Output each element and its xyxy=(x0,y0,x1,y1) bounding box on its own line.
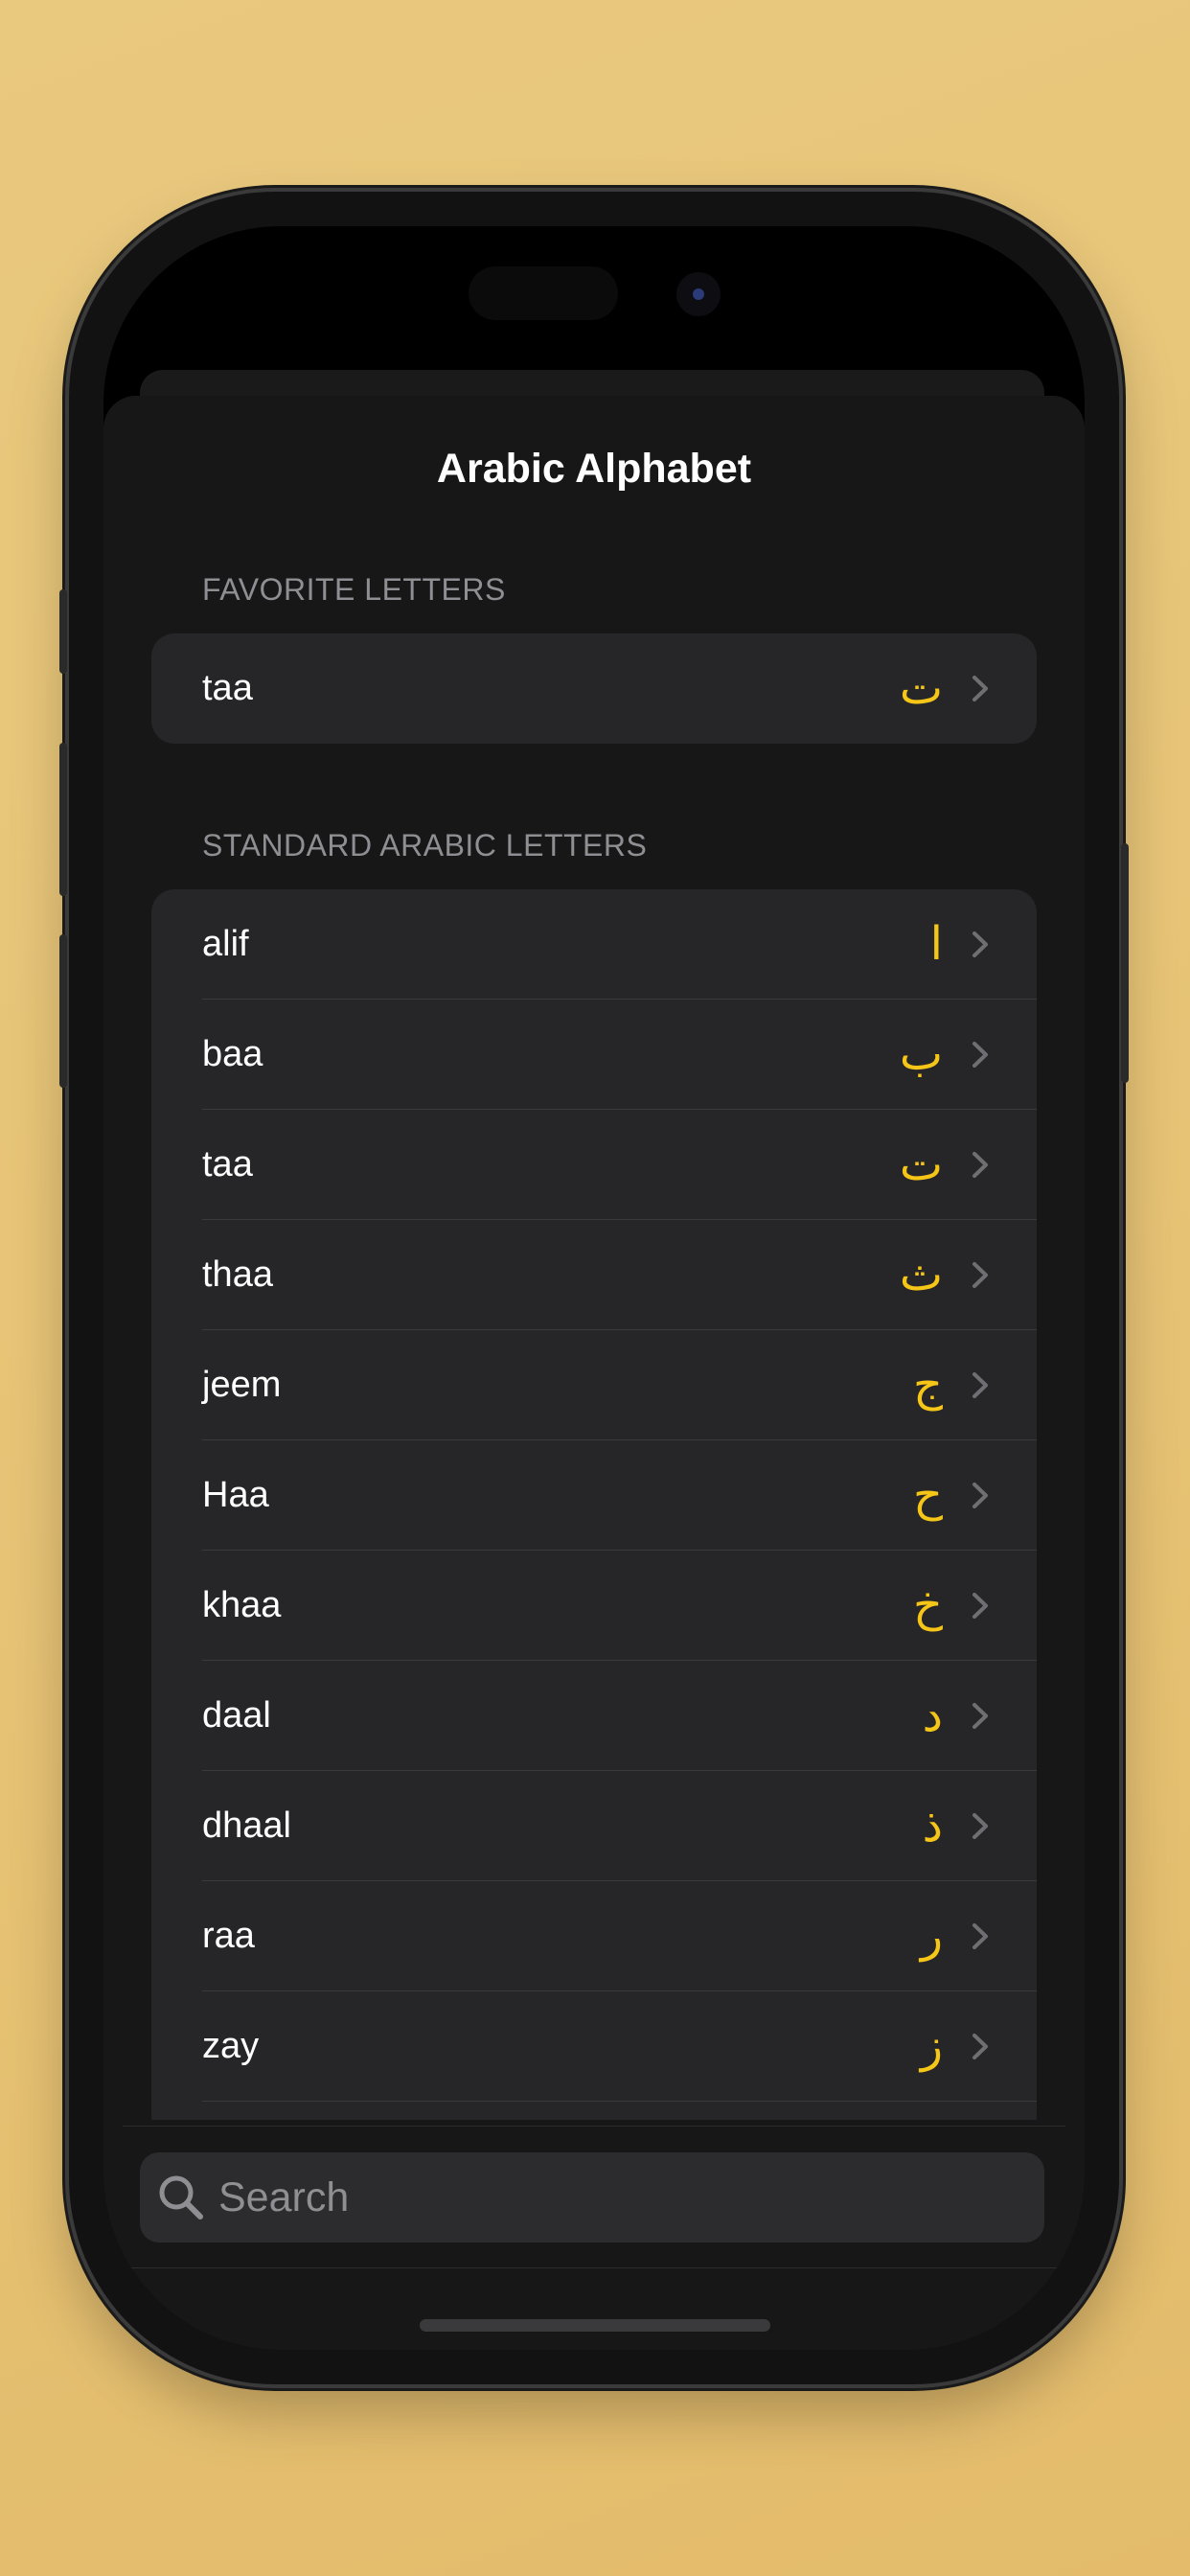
arabic-letter: ب xyxy=(899,1027,943,1081)
search-input[interactable] xyxy=(218,2152,1023,2242)
chevron-right-icon xyxy=(972,1812,989,1840)
letter-row[interactable]: baa ب xyxy=(151,1000,1037,1110)
search-field[interactable] xyxy=(140,2152,1044,2242)
letter-name: thaa xyxy=(202,1254,273,1295)
arabic-letter: ج xyxy=(913,1358,943,1412)
letter-row[interactable]: Haa ح xyxy=(151,1440,1037,1551)
chevron-right-icon xyxy=(972,1592,989,1620)
chevron-right-icon xyxy=(972,1041,989,1069)
arabic-letter: خ xyxy=(913,1578,943,1632)
chevron-right-icon xyxy=(972,2033,989,2060)
letter-row[interactable]: zay ز xyxy=(151,1991,1037,2102)
chevron-right-icon xyxy=(972,675,989,702)
arabic-letter: ا xyxy=(929,917,943,971)
alphabet-sheet: Arabic Alphabet FAVORITE LETTERS taa ت ST… xyxy=(103,396,1085,2350)
dynamic-island xyxy=(469,266,618,320)
arabic-letter: ث xyxy=(899,1248,943,1301)
page-title: Arabic Alphabet xyxy=(436,446,752,492)
letter-name: baa xyxy=(202,1034,263,1074)
arabic-letter: ح xyxy=(913,1468,943,1522)
arabic-letter: ر xyxy=(920,1909,943,1963)
letter-name: taa xyxy=(202,668,253,708)
letter-name: Haa xyxy=(202,1475,269,1515)
standard-section-header: STANDARD ARABIC LETTERS xyxy=(202,828,648,862)
letter-row[interactable]: raa ر xyxy=(151,1881,1037,1991)
letter-row[interactable]: taa ت xyxy=(151,633,1037,744)
action-button xyxy=(59,589,67,674)
camera-icon xyxy=(676,272,721,316)
letter-row[interactable]: khaa خ xyxy=(151,1551,1037,1661)
volume-down-button xyxy=(59,934,67,1088)
letter-name: zay xyxy=(202,2026,260,2066)
power-button xyxy=(1121,843,1129,1083)
chevron-right-icon xyxy=(972,1151,989,1179)
letter-name: taa xyxy=(202,1144,253,1184)
magnifying-glass-icon xyxy=(157,2174,205,2221)
letter-row[interactable]: daal د xyxy=(151,1661,1037,1771)
row-separator xyxy=(202,2101,1037,2102)
letter-row[interactable]: thaa ث xyxy=(151,1220,1037,1330)
letter-row[interactable]: taa ت xyxy=(151,1110,1037,1220)
arabic-letter: د xyxy=(922,1689,943,1742)
chevron-right-icon xyxy=(972,931,989,958)
letter-name: daal xyxy=(202,1695,271,1736)
arabic-letter: ت xyxy=(899,661,943,715)
toolbar-divider-top xyxy=(123,2126,1065,2127)
letter-row[interactable]: alif ا xyxy=(151,889,1037,1000)
chevron-right-icon xyxy=(972,1702,989,1730)
chevron-right-icon xyxy=(972,1371,989,1399)
arabic-letter: ذ xyxy=(922,1799,943,1852)
letter-name: raa xyxy=(202,1916,255,1956)
arabic-letter: ز xyxy=(920,2019,943,2073)
letter-name: dhaal xyxy=(202,1806,291,1846)
letter-name: jeem xyxy=(202,1365,282,1405)
letter-name: khaa xyxy=(202,1585,282,1625)
favorites-section-header: FAVORITE LETTERS xyxy=(202,572,506,607)
volume-up-button xyxy=(59,743,67,896)
chevron-right-icon xyxy=(972,1261,989,1289)
toolbar-divider-bottom xyxy=(123,2267,1065,2268)
phone-screen: Arabic Alphabet FAVORITE LETTERS taa ت ST… xyxy=(103,226,1085,2350)
phone-frame: Arabic Alphabet FAVORITE LETTERS taa ت ST… xyxy=(59,192,1129,2384)
home-indicator[interactable] xyxy=(420,2319,770,2332)
letter-name: alif xyxy=(202,924,249,964)
letter-row[interactable]: dhaal ذ xyxy=(151,1771,1037,1881)
favorites-list: taa ت xyxy=(151,633,1037,744)
arabic-letter: ت xyxy=(899,1138,943,1191)
chevron-right-icon xyxy=(972,1922,989,1950)
standard-letters-list: alif ا baa ب taa ت thaa ث jeem ج Haa ح khaa خ daal د dha… xyxy=(151,889,1037,2120)
chevron-right-icon xyxy=(972,1482,989,1509)
letter-row[interactable]: jeem ج xyxy=(151,1330,1037,1440)
